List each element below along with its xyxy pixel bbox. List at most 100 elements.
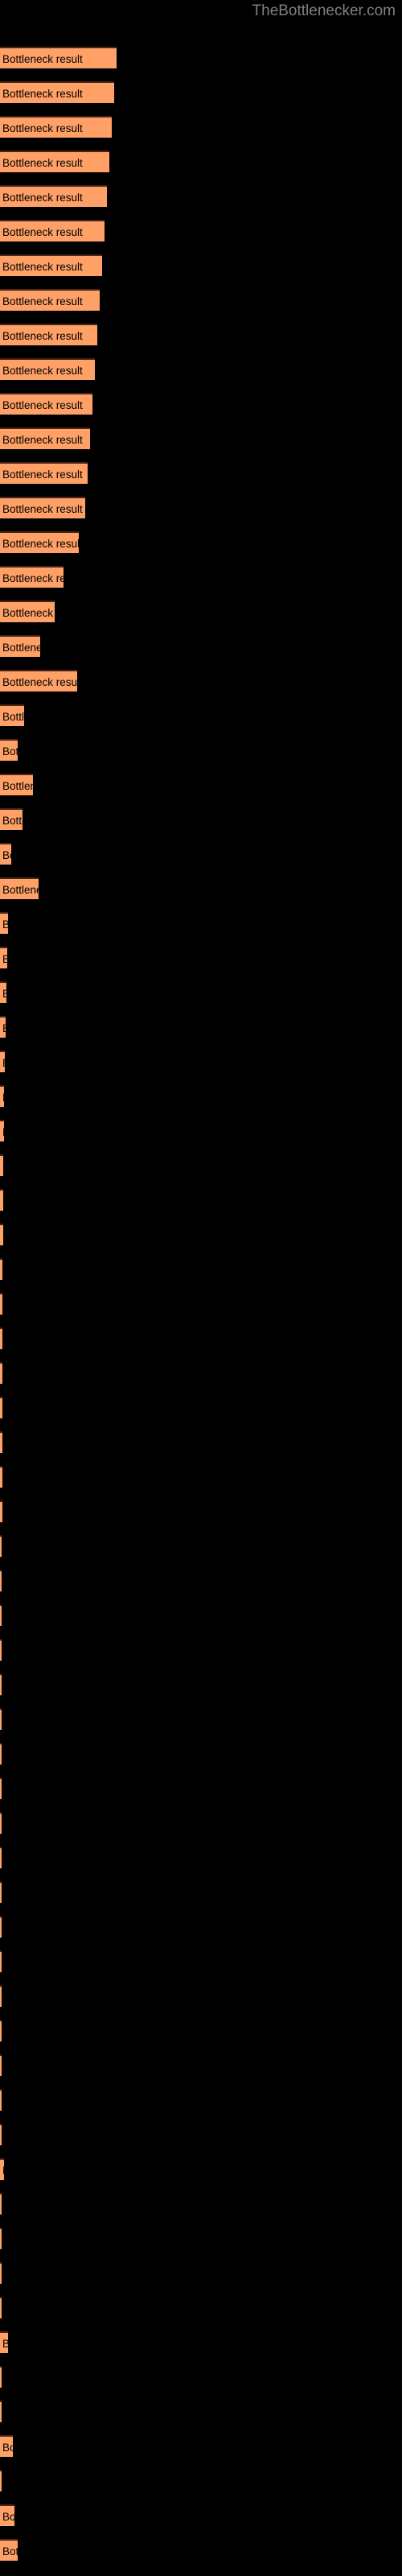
bar[interactable]: Bottleneck result — [0, 1154, 3, 1176]
bar[interactable]: Bottleneck result — [0, 1466, 2, 1488]
bar-label: Bottleneck result — [2, 226, 83, 238]
bar[interactable]: Bottleneck result — [0, 289, 100, 311]
bar[interactable]: Bottleneck result — [0, 2124, 2, 2145]
bar[interactable]: Bottleneck result — [0, 185, 107, 207]
bar[interactable]: Bottleneck result — [0, 2401, 2, 2422]
bar[interactable]: Bottleneck result — [0, 2331, 8, 2353]
bar-label: Bottleneck result — [2, 2442, 13, 2454]
bar-label: Bottleneck result — [2, 2163, 4, 2179]
bar[interactable]: Bottleneck result — [0, 1120, 4, 1141]
bar[interactable]: Bottleneck result — [0, 1327, 2, 1349]
bar[interactable]: Bottleneck result — [0, 1708, 2, 1730]
bar-label: Bottleneck result — [2, 330, 83, 342]
bar-label: Bottleneck result — [2, 192, 83, 204]
bar[interactable]: Bottleneck result — [0, 1293, 2, 1315]
bar[interactable]: Bottleneck result — [0, 981, 6, 1003]
bar[interactable]: Bottleneck result — [0, 912, 8, 934]
bar-label: Bottleneck result — [2, 572, 64, 584]
bar[interactable]: Bottleneck result — [0, 462, 88, 484]
bar[interactable]: Bottleneck result — [0, 2158, 4, 2180]
bar[interactable]: Bottleneck result — [0, 2470, 2, 2491]
bar[interactable]: Bottleneck result — [0, 2435, 13, 2457]
bar[interactable]: Bottleneck result — [0, 1951, 2, 1972]
bar[interactable]: Bottleneck result — [0, 393, 92, 415]
bar-label: Bottleneck result — [2, 157, 83, 169]
bar[interactable]: Bottleneck result — [0, 2366, 2, 2388]
bar[interactable]: Bottleneck result — [0, 1570, 2, 1591]
bar[interactable]: Bottleneck result — [0, 1639, 2, 1661]
bar-label: Bottleneck result — [2, 780, 33, 792]
bar[interactable]: Bottleneck result — [0, 2054, 2, 2076]
bar[interactable]: Bottleneck result — [0, 1016, 6, 1038]
bar[interactable]: Bottleneck result — [0, 2539, 18, 2561]
bar[interactable]: Bottleneck result — [0, 1189, 3, 1211]
bar[interactable]: Bottleneck result — [0, 2504, 14, 2526]
bar[interactable]: Bottleneck result — [0, 1985, 2, 2007]
bar-label: Bottleneck result — [2, 952, 7, 968]
bar[interactable]: Bottleneck result — [0, 151, 109, 172]
bar-label: Bottleneck result — [2, 365, 83, 377]
bar[interactable]: Bottleneck result — [0, 877, 39, 899]
bar[interactable]: Bottleneck result — [0, 2020, 2, 2041]
bar[interactable]: Bottleneck result — [0, 739, 18, 761]
bar[interactable]: Bottleneck result — [0, 2089, 2, 2111]
bar[interactable]: Bottleneck result — [0, 254, 102, 276]
bar[interactable]: Bottleneck result — [0, 843, 11, 865]
bar[interactable]: Bottleneck result — [0, 497, 85, 518]
bar[interactable]: Bottleneck result — [0, 2262, 2, 2284]
bar-label: Bottleneck result — [2, 2545, 18, 2557]
bar[interactable]: Bottleneck result — [0, 670, 77, 691]
bar[interactable]: Bottleneck result — [0, 531, 79, 553]
bar[interactable]: Bottleneck result — [0, 1916, 2, 1938]
bar[interactable]: Bottleneck result — [0, 47, 117, 68]
bar[interactable]: Bottleneck result — [0, 635, 40, 657]
bar-label: Bottleneck result — [2, 1159, 3, 1175]
bar[interactable]: Bottleneck result — [0, 1224, 3, 1245]
bar[interactable]: Bottleneck result — [0, 1051, 5, 1072]
bar[interactable]: Bottleneck result — [0, 601, 55, 622]
bar[interactable]: Bottleneck result — [0, 1604, 2, 1626]
bar-label: Bottleneck result — [2, 122, 83, 134]
bar[interactable]: Bottleneck result — [0, 1397, 2, 1418]
bar-label: Bottleneck result — [2, 295, 83, 308]
bar[interactable]: Bottleneck result — [0, 324, 97, 345]
bar-label: Bottleneck result — [2, 2336, 8, 2352]
bar[interactable]: Bottleneck result — [0, 2227, 2, 2249]
bar[interactable]: Bottleneck result — [0, 2297, 2, 2318]
bar-label: Bottleneck result — [2, 538, 79, 550]
bar[interactable]: Bottleneck result — [0, 1847, 2, 1868]
bar[interactable]: Bottleneck result — [0, 1535, 2, 1557]
bar-label: Bottleneck result — [2, 88, 83, 100]
bar[interactable]: Bottleneck result — [0, 427, 90, 449]
bar[interactable]: Bottleneck result — [0, 1501, 2, 1522]
bar-label: Bottleneck result — [2, 711, 24, 723]
bar[interactable]: Bottleneck result — [0, 1085, 4, 1107]
bar[interactable]: Bottleneck result — [0, 1431, 2, 1453]
bar-label: Bottleneck result — [2, 53, 83, 65]
bar-label: Bottleneck result — [2, 1228, 3, 1245]
bar[interactable]: Bottleneck result — [0, 774, 33, 795]
bar-label: Bottleneck result — [2, 986, 6, 1002]
bar[interactable]: Bottleneck result — [0, 358, 95, 380]
bar[interactable]: Bottleneck result — [0, 2193, 2, 2215]
bar-label: Bottleneck result — [2, 676, 77, 688]
bar[interactable]: Bottleneck result — [0, 1881, 2, 1903]
bar[interactable]: Bottleneck result — [0, 947, 7, 968]
bar[interactable]: Bottleneck result — [0, 220, 105, 242]
bar-label: Bottleneck result — [2, 1090, 4, 1106]
bar[interactable]: Bottleneck result — [0, 81, 114, 103]
bar[interactable]: Bottleneck result — [0, 1812, 2, 1834]
bar[interactable]: Bottleneck result — [0, 1362, 2, 1384]
bar-label: Bottleneck result — [2, 1194, 3, 1210]
bar[interactable]: Bottleneck result — [0, 116, 112, 138]
bar[interactable]: Bottleneck result — [0, 566, 64, 588]
bar[interactable]: Bottleneck result — [0, 808, 23, 830]
bar-label: Bottleneck result — [2, 642, 40, 654]
bar[interactable]: Bottleneck result — [0, 704, 24, 726]
bar[interactable]: Bottleneck result — [0, 1743, 2, 1765]
bar-label: Bottleneck result — [2, 1055, 5, 1071]
bar-label: Bottleneck result — [2, 261, 83, 273]
bar[interactable]: Bottleneck result — [0, 1777, 2, 1799]
bar[interactable]: Bottleneck result — [0, 1258, 2, 1280]
bar[interactable]: Bottleneck result — [0, 1674, 2, 1695]
